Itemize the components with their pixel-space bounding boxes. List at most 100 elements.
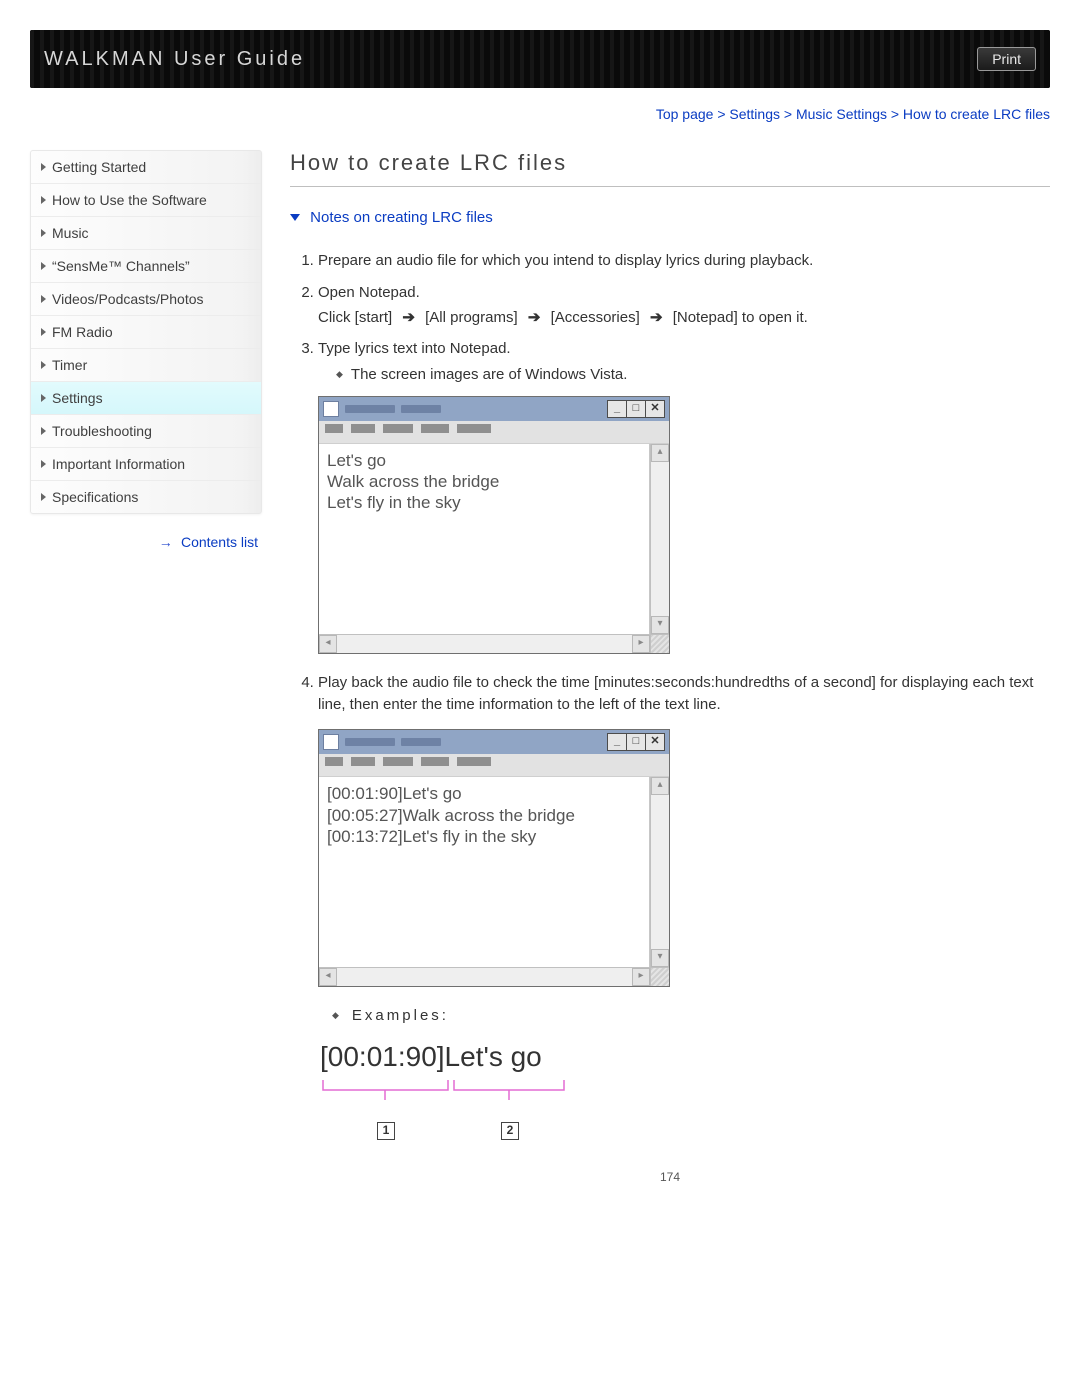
print-button[interactable]: Print — [977, 47, 1036, 71]
notepad-titlebar: _ □ ✕ — [319, 730, 669, 754]
notepad-menubar — [319, 754, 669, 777]
vertical-scrollbar[interactable]: ▴ ▾ — [650, 444, 669, 634]
scroll-up-icon[interactable]: ▴ — [651, 777, 669, 795]
scroll-left-icon[interactable]: ◂ — [319, 635, 337, 653]
notepad-textarea[interactable]: [00:01:90]Let's go [00:05:27]Walk across… — [319, 777, 650, 967]
sidebar-item-important-info[interactable]: Important Information — [31, 448, 261, 481]
minimize-icon[interactable]: _ — [607, 400, 627, 418]
chevron-right-icon — [41, 295, 46, 303]
notepad-textarea[interactable]: Let's go Walk across the bridge Let's fl… — [319, 444, 650, 634]
step-3: Type lyrics text into Notepad. The scree… — [318, 338, 1050, 654]
chevron-right-icon — [41, 460, 46, 468]
step-2: Open Notepad. Click [start] ➔ [All progr… — [318, 282, 1050, 329]
sidebar-item-label: “SensMe™ Channels” — [52, 258, 190, 274]
step-text: Open Notepad. — [318, 284, 420, 301]
lrc-example-diagram: [00:01:90]Let's go 1 2 — [320, 1037, 1050, 1144]
scroll-down-icon[interactable]: ▾ — [651, 616, 669, 634]
step-2-subline: Click [start] ➔ [All programs] ➔ [Access… — [318, 307, 1050, 329]
titlebar-text-placeholder — [401, 405, 441, 413]
notepad-app-icon — [323, 734, 339, 750]
resize-grip-icon[interactable] — [650, 635, 669, 653]
step-4: Play back the audio file to check the ti… — [318, 672, 1050, 1144]
titlebar-text-placeholder — [345, 738, 395, 746]
page-number: 174 — [290, 1170, 1050, 1184]
step-text: Play back the audio file to check the ti… — [318, 674, 1033, 713]
anchor-label: Notes on creating LRC files — [310, 209, 493, 226]
sidebar-item-music[interactable]: Music — [31, 217, 261, 250]
horizontal-scrollbar[interactable]: ◂ ▸ — [319, 967, 669, 986]
contents-list-link[interactable]: Contents list — [181, 534, 258, 550]
sidebar-item-label: Settings — [52, 390, 103, 406]
maximize-icon[interactable]: □ — [626, 733, 646, 751]
scroll-right-icon[interactable]: ▸ — [632, 635, 650, 653]
step-text: Prepare an audio file for which you inte… — [318, 252, 813, 269]
notepad-line: Let's fly in the sky — [327, 492, 641, 513]
notepad-line: [00:05:27]Walk across the bridge — [327, 805, 641, 826]
chevron-right-icon — [41, 229, 46, 237]
notepad-window-1: _ □ ✕ Let's go Walk across the bridge — [318, 396, 670, 654]
sidebar-item-label: Specifications — [52, 489, 138, 505]
horizontal-scrollbar[interactable]: ◂ ▸ — [319, 634, 669, 653]
chevron-right-icon — [41, 493, 46, 501]
step-3-bullet: The screen images are of Windows Vista. — [336, 364, 1050, 386]
sidebar-item-label: Troubleshooting — [52, 423, 152, 439]
chevron-right-icon — [41, 163, 46, 171]
close-icon[interactable]: ✕ — [645, 733, 665, 751]
chevron-right-icon — [41, 262, 46, 270]
notepad-titlebar: _ □ ✕ — [319, 397, 669, 421]
minimize-icon[interactable]: _ — [607, 733, 627, 751]
scroll-left-icon[interactable]: ◂ — [319, 968, 337, 986]
sidebar-item-settings[interactable]: Settings — [31, 382, 261, 415]
arrow-icon: ➔ — [528, 307, 541, 329]
chevron-right-icon — [41, 196, 46, 204]
sidebar-item-label: How to Use the Software — [52, 192, 207, 208]
anchor-notes-link[interactable]: Notes on creating LRC files — [290, 209, 1050, 226]
notepad-menubar — [319, 421, 669, 444]
breadcrumb[interactable]: Top page > Settings > Music Settings > H… — [30, 106, 1050, 122]
marker-2: 2 — [501, 1122, 519, 1140]
sidebar-item-fm-radio[interactable]: FM Radio — [31, 316, 261, 349]
close-icon[interactable]: ✕ — [645, 400, 665, 418]
sidebar-item-troubleshooting[interactable]: Troubleshooting — [31, 415, 261, 448]
sidebar-item-sensme[interactable]: “SensMe™ Channels” — [31, 250, 261, 283]
arrow-right-icon: → — [159, 534, 173, 550]
resize-grip-icon[interactable] — [650, 968, 669, 986]
arrow-icon: ➔ — [402, 307, 415, 329]
vertical-scrollbar[interactable]: ▴ ▾ — [650, 777, 669, 967]
arrow-icon: ➔ — [650, 307, 663, 329]
sidebar-item-label: Music — [52, 225, 89, 241]
examples-heading: Examples: — [332, 1005, 1050, 1027]
scroll-right-icon[interactable]: ▸ — [632, 968, 650, 986]
sidebar-item-timer[interactable]: Timer — [31, 349, 261, 382]
scroll-up-icon[interactable]: ▴ — [651, 444, 669, 462]
notepad-line: [00:13:72]Let's fly in the sky — [327, 826, 641, 847]
maximize-icon[interactable]: □ — [626, 400, 646, 418]
step-text: Type lyrics text into Notepad. — [318, 340, 511, 357]
titlebar-text-placeholder — [401, 738, 441, 746]
subline-part: [All programs] — [425, 309, 518, 326]
notepad-line: [00:01:90]Let's go — [327, 783, 641, 804]
step-1: Prepare an audio file for which you inte… — [318, 250, 1050, 272]
chevron-right-icon — [41, 328, 46, 336]
lrc-example-text: [00:01:90]Let's go — [320, 1037, 1050, 1078]
sidebar-item-label: Getting Started — [52, 159, 146, 175]
sidebar-item-specifications[interactable]: Specifications — [31, 481, 261, 513]
titlebar-text-placeholder — [345, 405, 395, 413]
subline-part: Click [start] — [318, 309, 392, 326]
sidebar-item-label: Timer — [52, 357, 87, 373]
subline-part: [Accessories] — [551, 309, 640, 326]
app-title: WALKMAN User Guide — [44, 48, 305, 71]
steps-list: Prepare an audio file for which you inte… — [290, 250, 1050, 1144]
sidebar-nav: Getting Started How to Use the Software … — [30, 150, 262, 514]
header-bar: WALKMAN User Guide Print — [30, 30, 1050, 88]
chevron-right-icon — [41, 361, 46, 369]
sidebar-item-how-to-use[interactable]: How to Use the Software — [31, 184, 261, 217]
sidebar-item-videos[interactable]: Videos/Podcasts/Photos — [31, 283, 261, 316]
notepad-window-2: _ □ ✕ [00:01:90]Let's go [00:05:27]Walk — [318, 729, 670, 987]
chevron-right-icon — [41, 427, 46, 435]
page-title: How to create LRC files — [290, 150, 1050, 176]
sidebar-item-getting-started[interactable]: Getting Started — [31, 151, 261, 184]
scroll-down-icon[interactable]: ▾ — [651, 949, 669, 967]
chevron-down-icon — [290, 214, 300, 221]
chevron-right-icon — [41, 394, 46, 402]
